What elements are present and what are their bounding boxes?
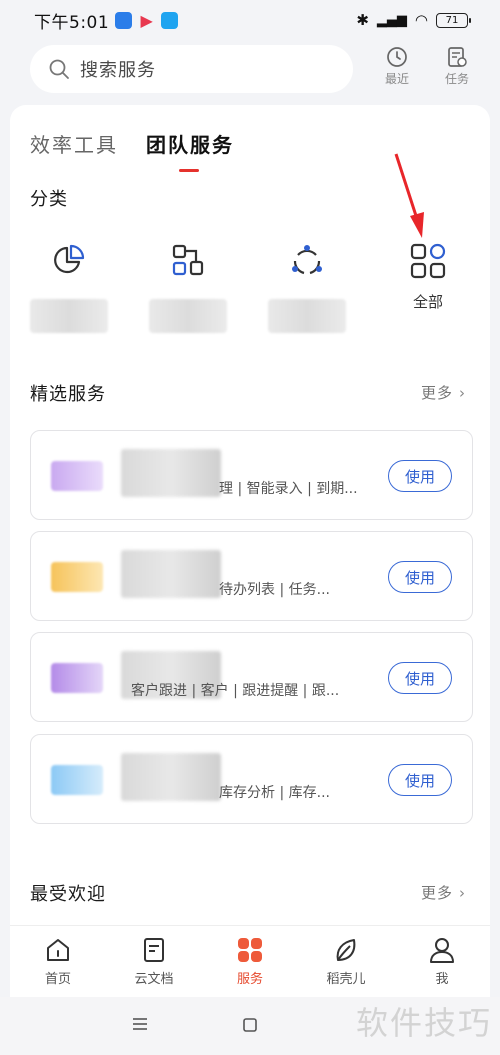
- services-grid-icon: [238, 938, 262, 962]
- annotation-arrow: [394, 153, 424, 238]
- tab-team-services[interactable]: 团队服务: [146, 129, 234, 172]
- tasks-button[interactable]: 任务: [437, 46, 477, 87]
- nav-services-label: 服务: [236, 972, 263, 987]
- category-item-1[interactable]: [24, 243, 114, 333]
- tab-efficiency-tools[interactable]: 效率工具: [30, 129, 118, 158]
- category-item-2[interactable]: [143, 243, 233, 333]
- category-item-3[interactable]: [262, 243, 352, 333]
- category-all[interactable]: 全部: [383, 243, 473, 312]
- watermark: 软件技巧: [355, 1004, 492, 1042]
- video-app-icon: ▶: [140, 10, 153, 30]
- service-description: 库存分析 | 库存...: [219, 785, 330, 801]
- chevron-right-icon: ›: [459, 384, 466, 402]
- service-description: 理 | 智能录入 | 到期...: [219, 481, 358, 497]
- recent-button[interactable]: 最近: [377, 46, 417, 87]
- bluetooth-icon: ✱: [356, 11, 369, 29]
- task-list-icon: [448, 47, 467, 67]
- nav-home-label: 首页: [44, 972, 71, 987]
- popular-title: 最受欢迎: [30, 884, 106, 905]
- menu-icon[interactable]: [132, 1017, 148, 1031]
- service-card-3[interactable]: 客户跟进 | 客户 | 跟进提醒 | 跟... 使用: [30, 632, 473, 722]
- flow-blocks-icon: [172, 244, 204, 276]
- battery-icon: 71: [436, 12, 471, 28]
- nav-docer-label: 稻壳儿: [326, 972, 366, 987]
- recent-label: 最近: [384, 72, 409, 86]
- grid-apps-icon: [410, 243, 446, 279]
- service-name-redacted: [121, 449, 221, 497]
- nav-docer[interactable]: 稻壳儿: [298, 926, 394, 997]
- nav-me-label: 我: [435, 972, 449, 987]
- nav-services[interactable]: 服务: [202, 926, 298, 997]
- popular-more-label: 更多: [420, 884, 453, 902]
- popular-more-link[interactable]: 更多 ›: [421, 882, 466, 903]
- signal-icon: ▂▄▆: [376, 12, 407, 28]
- chat-app-icon: [161, 11, 179, 29]
- service-name-redacted: [121, 550, 221, 598]
- nav-home[interactable]: 首页: [10, 926, 106, 997]
- search-placeholder: 搜索服务: [80, 60, 156, 81]
- chevron-right-icon: ›: [459, 884, 466, 902]
- status-time: 下午5:01: [34, 12, 110, 33]
- document-icon: [144, 938, 164, 962]
- tab-bar: 效率工具 团队服务: [30, 129, 234, 172]
- category-label-redacted: [268, 299, 346, 333]
- category-all-label: 全部: [412, 293, 443, 311]
- service-description: 客户跟进 | 客户 | 跟进提醒 | 跟...: [131, 683, 340, 699]
- categories-title: 分类: [30, 189, 68, 210]
- use-button[interactable]: 使用: [388, 561, 452, 593]
- bottom-nav: 首页 云文档 服务 稻壳儿 我: [10, 925, 490, 997]
- service-thumbnail: [51, 765, 103, 795]
- service-thumbnail: [51, 663, 103, 693]
- home-square-icon[interactable]: [242, 1017, 258, 1033]
- pie-chart-icon: [54, 244, 85, 274]
- featured-title: 精选服务: [30, 384, 106, 405]
- service-name-redacted: [121, 753, 221, 801]
- service-thumbnail: [51, 562, 103, 592]
- bluetooth-app-icon: [115, 11, 133, 29]
- featured-more-label: 更多: [420, 384, 453, 402]
- search-icon: [49, 59, 69, 79]
- top-bar: 搜索服务 最近 任务: [0, 40, 500, 105]
- clock-icon: [387, 47, 407, 67]
- service-thumbnail: [51, 461, 103, 491]
- main-panel: 效率工具 团队服务 分类 全部 精选服务 更多 › 理 | 智能录入 | 到期.…: [10, 105, 490, 1055]
- home-icon: [47, 939, 69, 961]
- service-card-4[interactable]: 库存分析 | 库存... 使用: [30, 734, 473, 824]
- person-icon: [430, 938, 454, 963]
- use-button[interactable]: 使用: [388, 764, 452, 796]
- nav-cloud-docs-label: 云文档: [134, 972, 174, 987]
- search-input[interactable]: 搜索服务: [30, 45, 353, 93]
- category-label-redacted: [149, 299, 227, 333]
- wifi-icon: ◠: [414, 11, 428, 29]
- use-button[interactable]: 使用: [388, 460, 452, 492]
- tasks-label: 任务: [444, 72, 469, 86]
- use-button[interactable]: 使用: [388, 662, 452, 694]
- battery-level: 71: [445, 14, 459, 26]
- category-label-redacted: [30, 299, 108, 333]
- featured-more-link[interactable]: 更多 ›: [421, 382, 466, 403]
- service-description: 待办列表 | 任务...: [219, 582, 330, 598]
- status-bar: 下午5:01 ▶ ✱ ▂▄▆ ◠ 71: [0, 0, 500, 40]
- cycle-nodes-icon: [292, 245, 322, 275]
- nav-me[interactable]: 我: [394, 926, 490, 997]
- service-card-1[interactable]: 理 | 智能录入 | 到期... 使用: [30, 430, 473, 520]
- service-card-2[interactable]: 待办列表 | 任务... 使用: [30, 531, 473, 621]
- leaf-icon: [336, 939, 356, 961]
- nav-cloud-docs[interactable]: 云文档: [106, 926, 202, 997]
